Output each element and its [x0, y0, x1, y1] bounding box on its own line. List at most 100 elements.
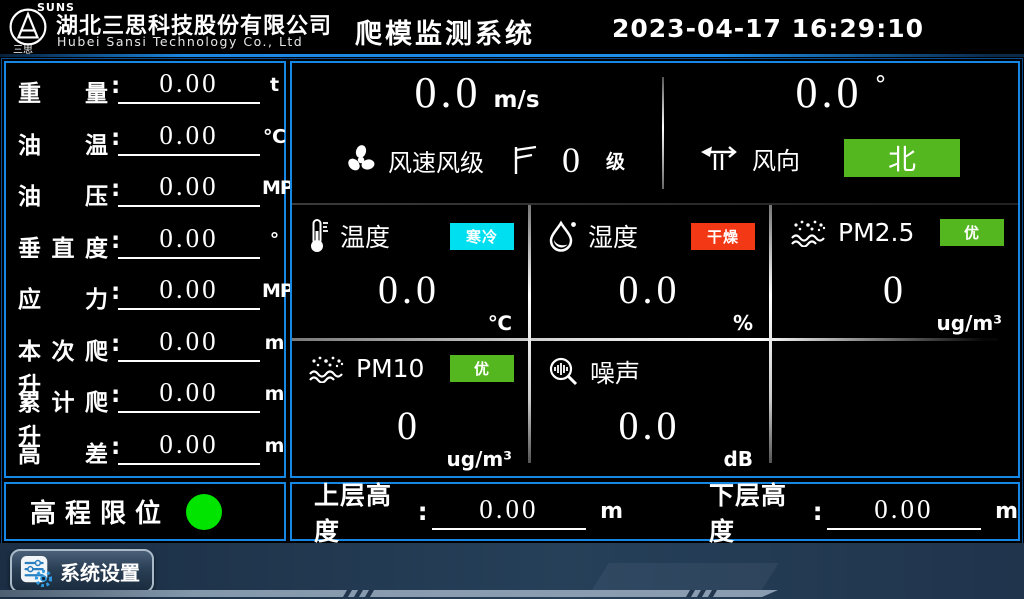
metric-label: 重量	[18, 74, 108, 108]
cell-unit: dB	[723, 447, 753, 471]
metric-label: 应力	[18, 280, 108, 314]
colon: :	[813, 497, 823, 526]
metric-unit: m	[262, 435, 286, 457]
cell-label: 湿度	[588, 218, 638, 254]
cell-label: PM10	[356, 354, 424, 383]
metric-unit: ℃	[262, 126, 286, 148]
empty-cell	[774, 342, 1016, 476]
header-bar: SUNS 三思 湖北三思科技股份有限公司 Hubei Sansi Technol…	[0, 0, 1024, 54]
metric-label: 垂直度	[18, 229, 108, 263]
metric-row-current-climb: 本次爬升: 0.00 m	[6, 321, 284, 373]
cell-unit: ℃	[488, 311, 512, 335]
metric-value: 0.00	[118, 326, 260, 362]
footer-decorative-stripe	[0, 590, 778, 597]
footer-bar: 系统设置	[0, 543, 1024, 599]
lower-height-group: 下层高度 : 0.00 m	[709, 476, 1018, 548]
metric-value: 0.00	[118, 274, 260, 310]
metric-value: 0.00	[118, 223, 260, 259]
lower-height-value: 0.00	[827, 494, 981, 530]
dust-icon	[790, 219, 828, 247]
metric-value: 0.00	[118, 429, 260, 465]
wind-vane-icon	[700, 142, 740, 174]
droplet-icon	[548, 219, 578, 253]
upper-height-value: 0.00	[432, 494, 586, 530]
metric-label: 高差	[18, 435, 108, 469]
temperature-cell: 温度 寒冷 0.0 ℃	[292, 206, 526, 340]
elevation-limit-label: 高程限位	[30, 493, 170, 530]
status-badge: 优	[940, 219, 1004, 246]
metric-row-oil-temp: 油温: 0.00 ℃	[6, 115, 284, 167]
cell-unit: %	[733, 311, 753, 335]
elevation-limit-status-light	[186, 494, 222, 530]
wind-direction-label: 风向	[752, 141, 800, 176]
cell-header: 湿度 干燥	[548, 218, 755, 254]
cell-value: 0.0	[532, 406, 767, 446]
metric-unit: m	[262, 383, 286, 405]
cell-header: 温度 寒冷	[308, 218, 514, 254]
cell-unit: ug/m³	[937, 311, 1002, 335]
colon: :	[418, 497, 428, 526]
layer-heights-box: 上层高度 : 0.00 m 下层高度 : 0.00 m	[290, 482, 1020, 541]
metric-row-height-diff: 高差: 0.00 m	[6, 424, 284, 476]
metric-row-stress: 应力: 0.00 MPa	[6, 269, 284, 321]
wind-direction-row: 风向 北	[664, 139, 1024, 177]
metric-row-total-climb: 累计爬升: 0.00 m	[6, 372, 284, 424]
metric-row-weight: 重量: 0.00 t	[6, 63, 284, 115]
cell-value: 0	[774, 270, 1016, 310]
wind-direction-unit: °	[875, 71, 887, 99]
cell-value: 0.0	[532, 270, 767, 310]
status-badge: 寒冷	[450, 223, 514, 250]
cell-value: 0.0	[292, 270, 526, 310]
wind-direction-badge: 北	[844, 139, 960, 177]
settings-button-label: 系统设置	[60, 557, 140, 586]
cell-value: 0	[292, 406, 526, 446]
metric-value: 0.00	[118, 68, 260, 104]
wind-direction-value: 0.0	[796, 71, 863, 115]
cell-header: 噪声	[548, 354, 755, 390]
wind-speed-label: 风速风级	[388, 143, 484, 178]
noise-cell: 噪声 0.0 dB	[532, 342, 767, 476]
cell-label: 噪声	[590, 354, 640, 390]
cell-label: PM2.5	[838, 218, 914, 247]
page-title: 爬模监测系统	[355, 12, 535, 51]
wind-level-row: 风速风级 0 级	[292, 139, 714, 181]
thermometer-icon	[308, 218, 330, 254]
metric-value: 0.00	[118, 120, 260, 156]
wind-direction-section: 0.0 ° 风向 北	[664, 63, 1018, 203]
wind-speed-unit: m/s	[493, 87, 539, 113]
wind-direction-display: 0.0 °	[664, 71, 1018, 115]
metric-unit: t	[262, 74, 286, 96]
footer-highlight-shape	[591, 563, 778, 591]
metric-unit: MPa	[262, 280, 286, 302]
wind-speed-display: 0.0 m/s	[292, 71, 662, 115]
pm10-cell: PM10 优 0 ug/m³	[292, 342, 526, 476]
wind-speed-section: 0.0 m/s 风速风级 0 级	[292, 63, 662, 203]
header-accent-line	[0, 54, 1024, 57]
datetime-display: 2023-04-17 16:29:10	[612, 14, 924, 43]
metric-row-verticality: 垂直度: 0.00 °	[6, 218, 284, 270]
lower-height-label: 下层高度	[709, 476, 811, 548]
metric-label: 油温	[18, 126, 108, 160]
cell-header: PM10 优	[308, 354, 514, 383]
humidity-cell: 湿度 干燥 0.0 %	[532, 206, 767, 340]
wind-level-unit: 级	[606, 147, 625, 174]
settings-sliders-gear-icon	[20, 555, 52, 587]
status-badge: 干燥	[691, 223, 755, 250]
metric-value: 0.00	[118, 171, 260, 207]
wind-level-flag-icon	[512, 144, 538, 176]
grid-divider-vertical-2	[769, 205, 772, 463]
upper-height-unit: m	[600, 499, 623, 524]
environment-panel: 0.0 m/s 风速风级 0 级	[290, 61, 1020, 478]
wind-speed-value: 0.0	[414, 71, 481, 115]
metrics-sidebar: 重量: 0.00 t 油温: 0.00 ℃ 油压: 0.00 MPa 垂直度: …	[4, 61, 286, 478]
elevation-limit-box: 高程限位	[4, 482, 286, 541]
cell-label: 温度	[340, 218, 390, 254]
metric-label: 油压	[18, 177, 108, 211]
company-name-en: Hubei Sansi Technology Co., Ltd	[57, 34, 303, 49]
metric-unit: °	[262, 229, 286, 251]
metric-unit: m	[262, 332, 286, 354]
system-settings-button[interactable]: 系统设置	[10, 549, 154, 593]
metric-unit: MPa	[262, 177, 286, 199]
noise-meter-icon	[548, 356, 580, 388]
wind-level-value: 0	[562, 139, 582, 181]
